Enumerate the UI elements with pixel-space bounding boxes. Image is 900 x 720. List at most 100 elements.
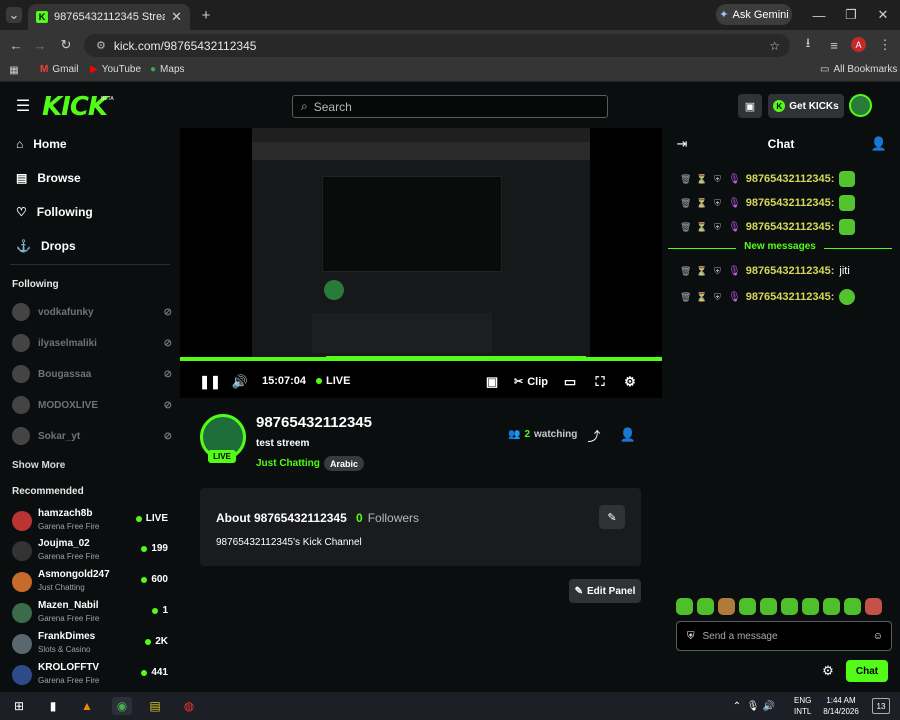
chat-username[interactable]: 98765432112345:: [746, 291, 835, 303]
share-icon[interactable]: ⤴: [586, 428, 602, 444]
kick-logo[interactable]: KICK: [42, 92, 108, 122]
emote-icon[interactable]: [823, 598, 840, 615]
notification-icon[interactable]: 13: [872, 698, 890, 714]
mini-player-icon[interactable]: ▣: [484, 374, 500, 390]
get-kicks-button[interactable]: K Get KICKs: [768, 94, 844, 118]
dashboard-icon[interactable]: ▣: [738, 94, 762, 118]
emote-icon[interactable]: [781, 598, 798, 615]
timeout-icon[interactable]: ⏳: [696, 198, 707, 209]
edit-panel-button[interactable]: ✎ Edit Panel: [569, 579, 641, 603]
emote-icon[interactable]: [865, 598, 882, 615]
emote-icon[interactable]: [739, 598, 756, 615]
timeout-icon[interactable]: ⏳: [696, 222, 707, 233]
delete-icon[interactable]: 🗑: [680, 174, 691, 185]
browser-tab[interactable]: K 98765432112345 Stream - … ✕: [28, 4, 190, 30]
category-link[interactable]: Just Chatting: [256, 458, 320, 469]
ban-icon[interactable]: ⛨: [712, 266, 723, 277]
browser-menu-icon[interactable]: ⋮: [878, 37, 892, 53]
nav-following[interactable]: ♡ Following: [16, 205, 93, 219]
following-item[interactable]: MODOXLIVE ⊘: [12, 396, 172, 414]
ban-icon[interactable]: ⛨: [712, 292, 723, 303]
recommended-item[interactable]: hamzach8b Garena Free Fire LIVE: [12, 506, 172, 536]
video-player[interactable]: ❚❚ 🔊 15:07:04 LIVE ▣ ✂ Clip ▭ ⛶ ⚙: [180, 128, 662, 398]
chat-message[interactable]: 🗑 ⏳ ⛨ 🎙 98765432112345:: [680, 289, 856, 305]
clip-button[interactable]: ✂ Clip: [514, 375, 548, 389]
chat-username[interactable]: 98765432112345:: [746, 221, 835, 233]
bookmark-maps[interactable]: ● Maps: [150, 64, 185, 75]
minimize-icon[interactable]: —: [810, 6, 828, 24]
delete-icon[interactable]: 🗑: [680, 292, 691, 303]
search-input[interactable]: ⌕ Search: [292, 95, 608, 118]
settings-gear-icon[interactable]: ⚙: [622, 374, 638, 390]
following-item[interactable]: ilyaselmaliki ⊘: [12, 334, 172, 352]
fullscreen-icon[interactable]: ⛶: [592, 374, 608, 390]
chat-username[interactable]: 98765432112345:: [746, 173, 835, 185]
timeout-icon[interactable]: ⏳: [696, 292, 707, 303]
delete-icon[interactable]: 🗑: [680, 222, 691, 233]
edit-pencil-icon[interactable]: ✎: [599, 505, 625, 529]
new-tab-button[interactable]: +: [198, 7, 214, 24]
timeout-icon[interactable]: ⏳: [696, 266, 707, 277]
address-bar[interactable]: ⚙ kick.com/98765432112345 ☆: [84, 34, 790, 57]
ask-gemini-button[interactable]: ✦ Ask Gemini: [716, 4, 792, 25]
nav-home[interactable]: ⌂ Home: [16, 137, 67, 151]
forward-arrow-icon[interactable]: →: [32, 37, 48, 53]
chat-send-button[interactable]: Chat: [846, 660, 888, 682]
bookmark-youtube[interactable]: ▶ YouTube: [90, 64, 141, 75]
profile-avatar[interactable]: A: [851, 37, 866, 52]
archive-icon[interactable]: ▤: [146, 697, 164, 715]
chat-message[interactable]: 🗑 ⏳ ⛨ 🎙 98765432112345:: [680, 219, 856, 235]
windows-start-icon[interactable]: ⊞: [10, 697, 28, 715]
progress-bar[interactable]: [180, 357, 662, 361]
emote-icon[interactable]: [760, 598, 777, 615]
delete-icon[interactable]: 🗑: [680, 198, 691, 209]
maximize-icon[interactable]: ❐: [842, 6, 860, 24]
emote-icon[interactable]: [676, 598, 693, 615]
theater-mode-icon[interactable]: ▭: [562, 374, 578, 390]
input-language[interactable]: ENG INTL: [794, 695, 811, 717]
reload-icon[interactable]: ↻: [58, 37, 74, 53]
emote-icon[interactable]: [802, 598, 819, 615]
ban-icon[interactable]: ⛨: [712, 198, 723, 209]
chat-username[interactable]: 98765432112345:: [746, 197, 835, 209]
emoji-icon[interactable]: ☺: [873, 631, 883, 642]
window-close-icon[interactable]: ✕: [874, 6, 892, 24]
emote-icon[interactable]: [844, 598, 861, 615]
user-avatar[interactable]: [849, 94, 872, 117]
delete-icon[interactable]: 🗑: [680, 266, 691, 277]
bookmark-gmail[interactable]: M Gmail: [40, 64, 78, 75]
media-control-icon[interactable]: ≡: [826, 37, 842, 53]
speaker-tray-icon[interactable]: 🔊: [760, 697, 778, 715]
recommended-item[interactable]: Joujma_02 Garena Free Fire 199: [12, 536, 172, 566]
following-item[interactable]: Sokar_yt ⊘: [12, 427, 172, 445]
recommended-item[interactable]: Asmongold247 Just Chatting 600: [12, 567, 172, 597]
moderator-icon[interactable]: 👤: [620, 427, 636, 442]
download-icon[interactable]: ⭳: [800, 35, 816, 53]
volume-icon[interactable]: 🔊: [232, 374, 248, 390]
obs-icon[interactable]: ◍: [180, 697, 198, 715]
hamburger-menu-icon[interactable]: ☰: [14, 97, 32, 115]
chrome-icon[interactable]: ◉: [112, 697, 132, 715]
recommended-item[interactable]: FrankDimes Slots & Casino 2K: [12, 629, 172, 659]
following-item[interactable]: vodkafunky ⊘: [12, 303, 172, 321]
all-bookmarks[interactable]: ▭ All Bookmarks: [820, 64, 897, 75]
timeout-icon[interactable]: ⏳: [696, 174, 707, 185]
clock[interactable]: 1:44 AM 8/14/2026: [820, 695, 862, 717]
chat-message[interactable]: 🗑 ⏳ ⛨ 🎙 98765432112345:: [680, 195, 856, 211]
back-arrow-icon[interactable]: ←: [8, 37, 24, 53]
chat-username[interactable]: 98765432112345:: [746, 265, 835, 277]
ban-icon[interactable]: ⛨: [712, 222, 723, 233]
recommended-item[interactable]: Mazen_Nabil Garena Free Fire 1: [12, 598, 172, 628]
chat-message[interactable]: 🗑 ⏳ ⛨ 🎙 98765432112345:: [680, 171, 856, 187]
file-icon[interactable]: ▮: [44, 697, 62, 715]
apps-grid-icon[interactable]: ▦: [8, 64, 20, 76]
show-more-link[interactable]: Show More: [12, 460, 65, 471]
bookmark-star-icon[interactable]: ☆: [769, 39, 780, 53]
chat-message-input[interactable]: ⛨ Send a message ☺: [676, 621, 892, 651]
following-item[interactable]: Bougassaa ⊘: [12, 365, 172, 383]
recommended-item[interactable]: KROLOFFTV Garena Free Fire 441: [12, 660, 172, 690]
vlc-icon[interactable]: ▲: [78, 697, 96, 715]
nav-drops[interactable]: ⚓ Drops: [16, 239, 76, 253]
chat-message[interactable]: 🗑 ⏳ ⛨ 🎙 98765432112345: jiti: [680, 265, 850, 277]
tab-close-icon[interactable]: ✕: [171, 9, 182, 25]
